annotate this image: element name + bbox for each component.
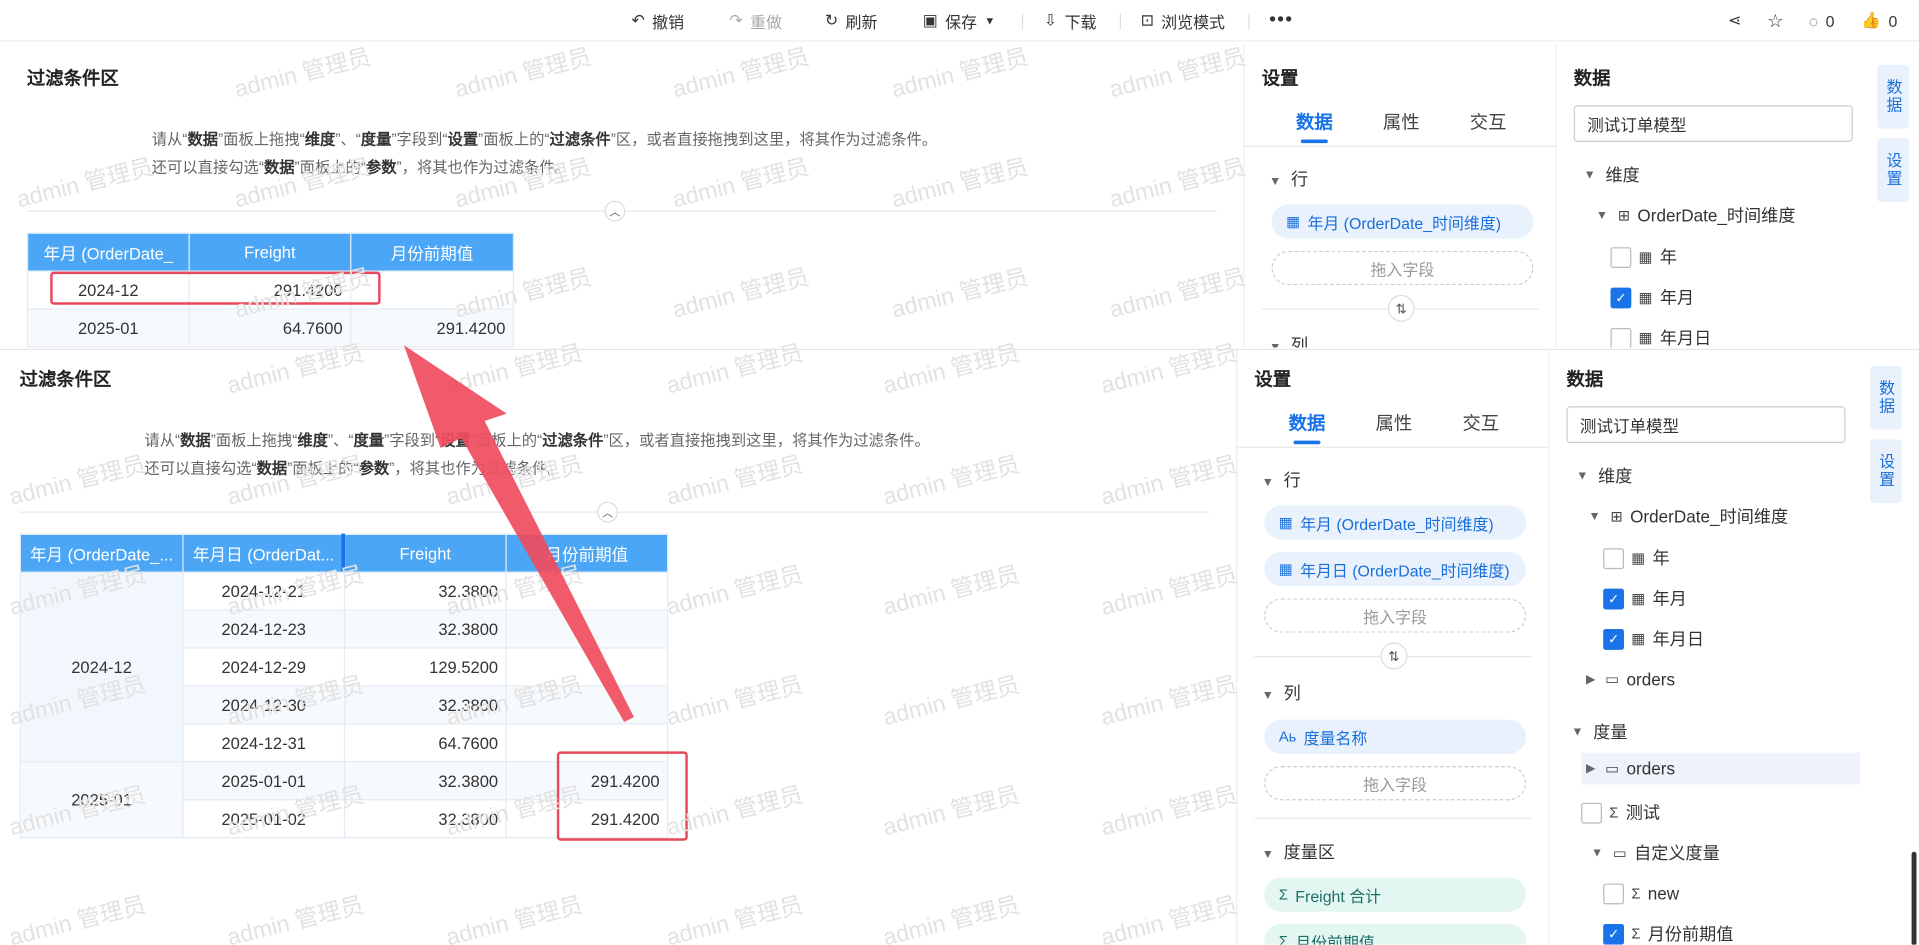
screenshot-stage: ↶ 撤销 ↷ 重做 ↻ 刷新 ▣ 保存 ▼ ⇩ 下载 ⊡ 浏览模式 ••• ⋖ ☆ ◌ 0 👍 0…	[0, 0, 1919, 945]
annotation-arrow	[403, 345, 634, 723]
arrow-icon	[403, 345, 634, 723]
